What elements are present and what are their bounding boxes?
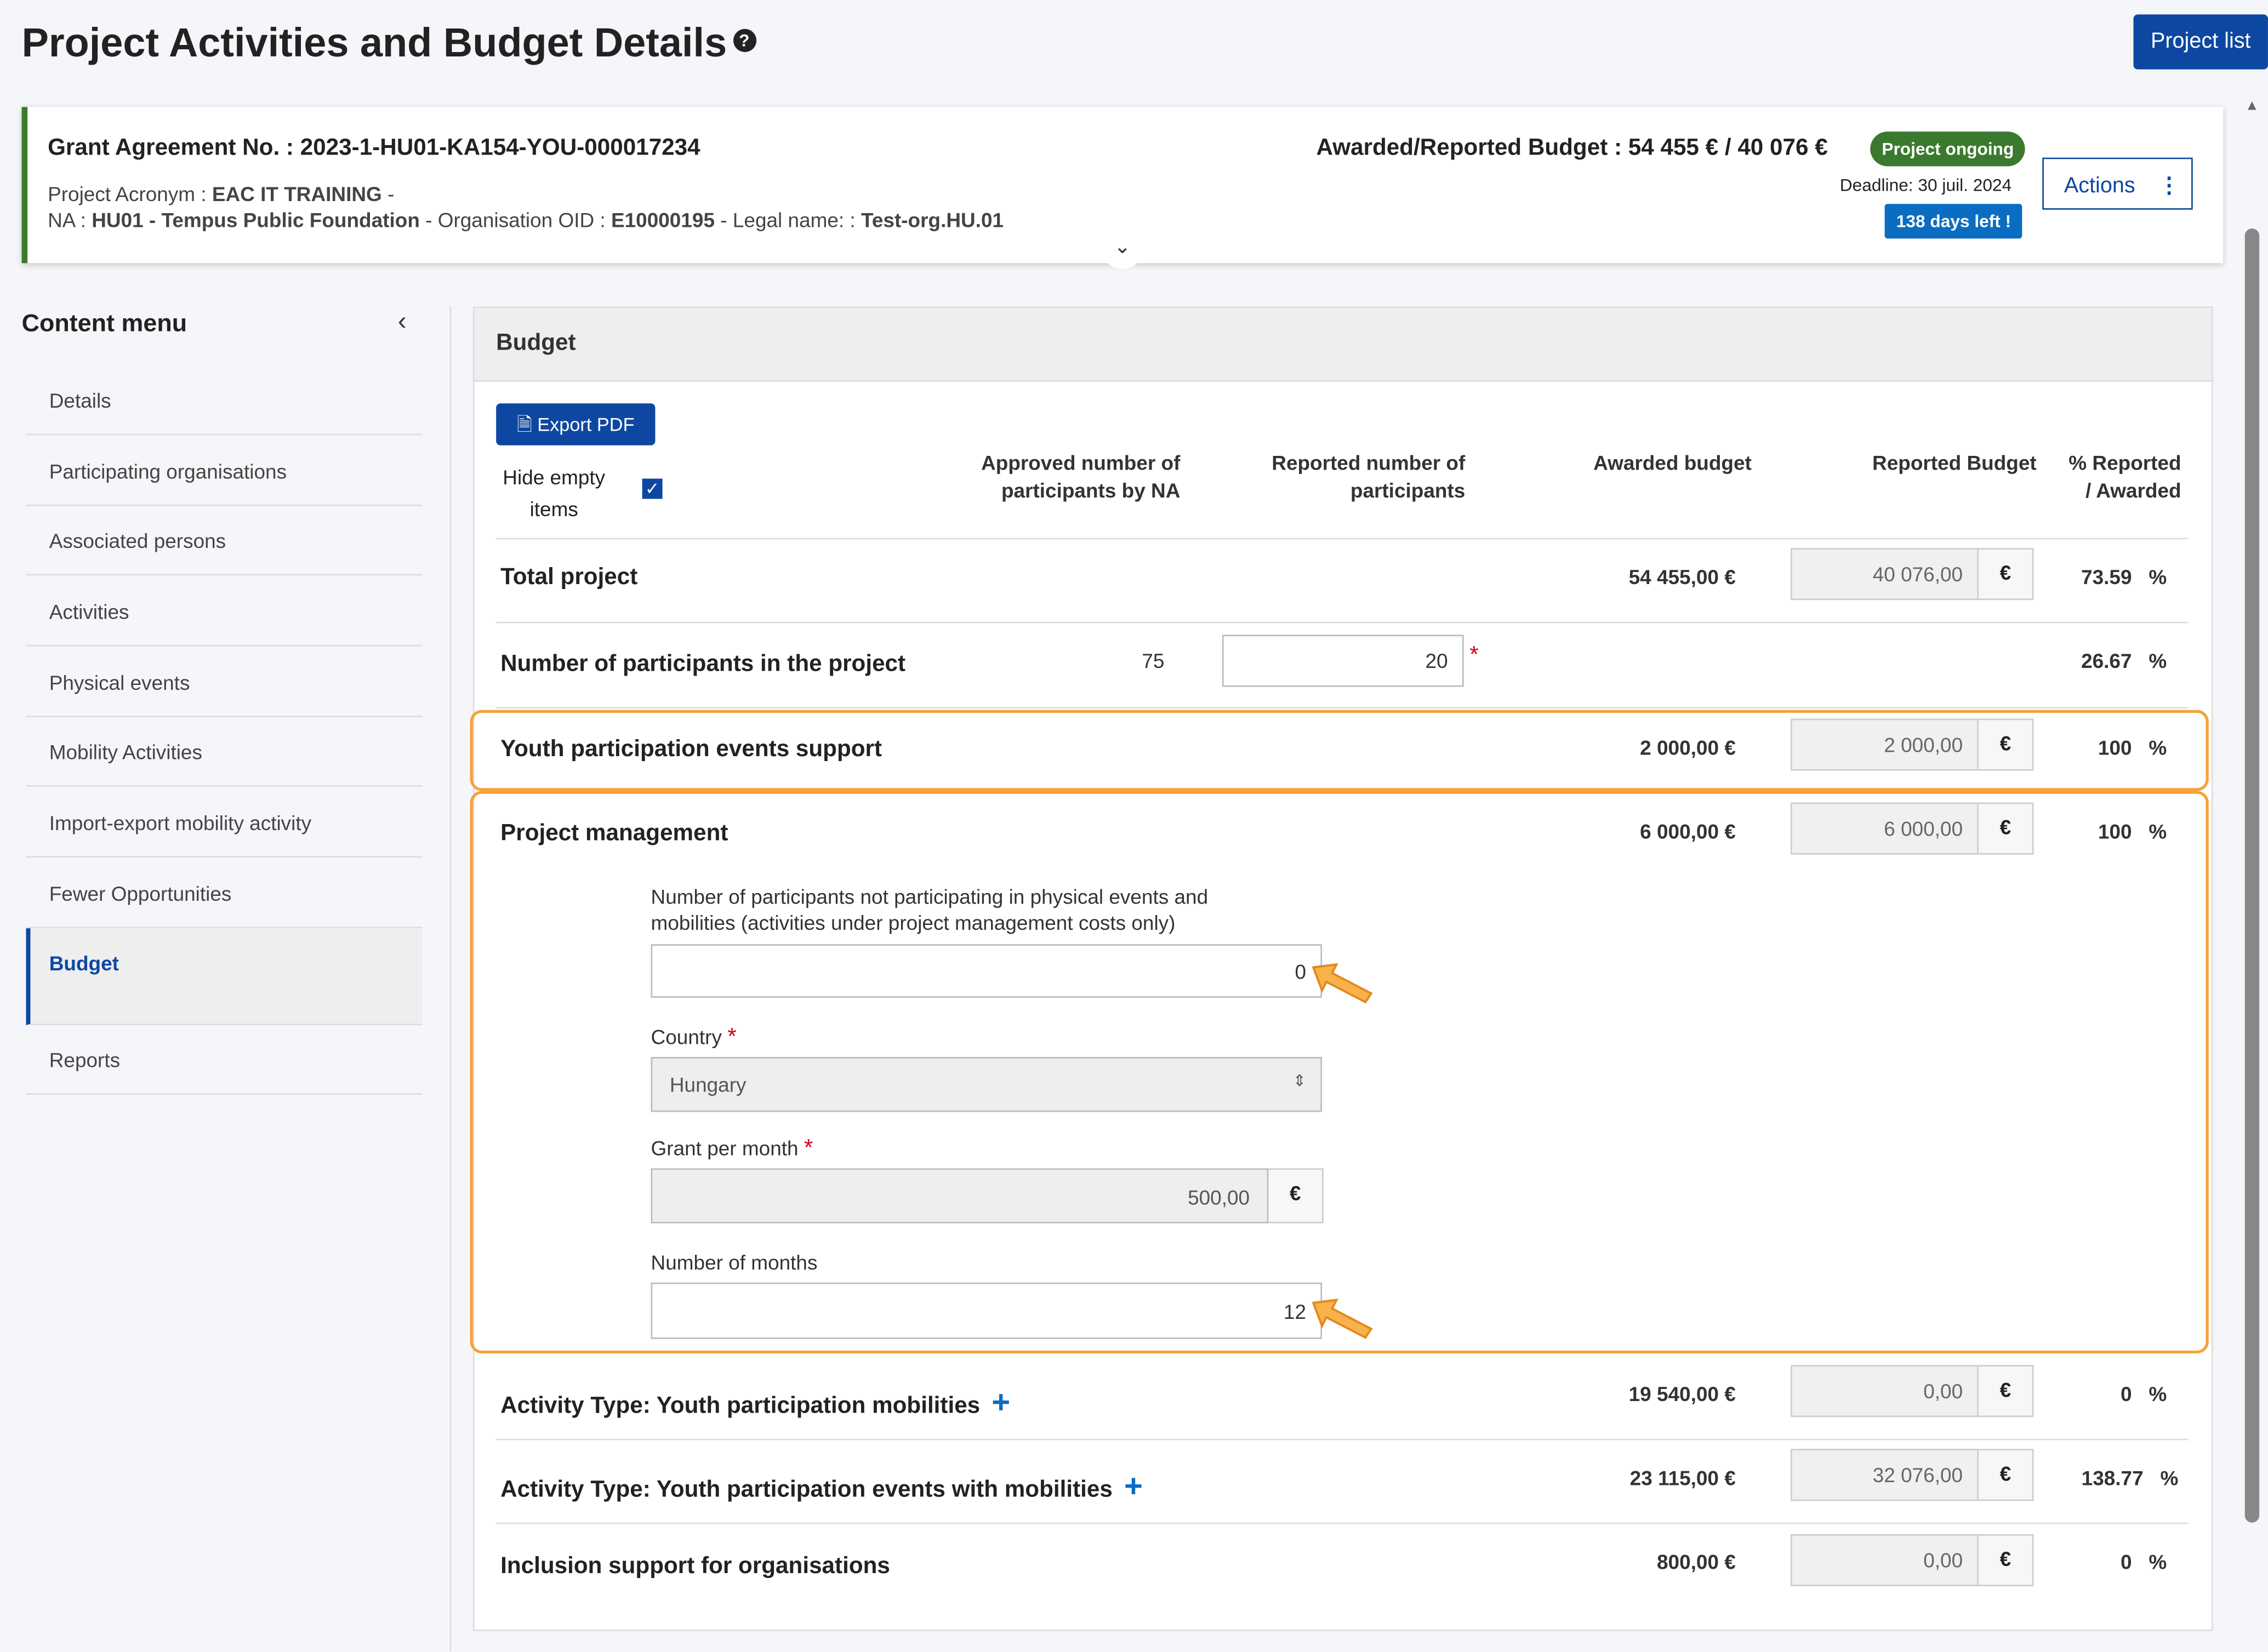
col-reported-participants: Reported number of participants — [1272, 451, 1466, 502]
row-total-pct: 73.59 % — [2081, 565, 2167, 589]
project-na-info: NA : HU01 - Tempus Public Foundation - O… — [48, 208, 1004, 232]
euro-addon: € — [1979, 1449, 2034, 1501]
project-list-button[interactable]: Project list — [2133, 14, 2268, 70]
row-inclusion-awarded: 800,00 € — [1656, 1550, 1736, 1574]
awarded-reported-budget: Awarded/Reported Budget : 54 455 € / 40 … — [1316, 136, 1828, 161]
deadline: Deadline: 30 juil. 2024 — [1839, 175, 2012, 196]
euro-addon: € — [1979, 1534, 2034, 1586]
days-left-badge: 138 days left ! — [1884, 204, 2023, 239]
sidebar-item-budget[interactable]: Budget — [26, 928, 423, 1026]
sidebar-item-details[interactable]: Details — [26, 366, 423, 436]
collapse-menu-icon[interactable]: ‹ — [398, 306, 407, 336]
highlight-youth-events — [470, 710, 2209, 791]
row-events-mobilities-label: Activity Type: Youth participation event… — [500, 1467, 1143, 1504]
panel-title: Budget — [496, 331, 576, 356]
row-youth-mobilities-awarded: 19 540,00 € — [1628, 1382, 1736, 1406]
sidebar-item-physical-events[interactable]: Physical events — [26, 648, 423, 717]
sidebar-item-mobility-activities[interactable]: Mobility Activities — [26, 717, 423, 787]
euro-addon: € — [1979, 548, 2034, 601]
row-total-label: Total project — [500, 565, 638, 590]
row-events-mobilities-pct: 138.77 % — [2081, 1466, 2179, 1490]
row-participants-pct: 26.67 % — [2081, 649, 2167, 673]
row-participants-label: Number of participants in the project — [500, 652, 906, 677]
sidebar-item-reports[interactable]: Reports — [26, 1025, 423, 1095]
col-awarded: Awarded budget — [1593, 451, 1752, 475]
row-inclusion-label: Inclusion support for organisations — [500, 1554, 890, 1579]
col-reported-budget: Reported Budget — [1872, 451, 2037, 475]
sidebar-item-import-export[interactable]: Import-export mobility activity — [26, 788, 423, 858]
grant-agreement-number: Grant Agreement No. : 2023-1-HU01-KA154-… — [48, 136, 700, 161]
export-pdf-button[interactable]: 🗎 Export PDF — [496, 403, 656, 445]
col-pct: % Reported / Awarded — [2068, 451, 2181, 502]
hide-empty-checkbox[interactable]: ✓ — [642, 478, 663, 499]
status-badge: Project ongoing — [1870, 132, 2026, 167]
help-icon[interactable]: ? — [732, 28, 756, 53]
content-menu-title: Content menu — [21, 309, 187, 337]
required-marker: * — [1469, 643, 1479, 668]
sidebar-item-participating-organisations[interactable]: Participating organisations — [26, 437, 423, 506]
actions-button[interactable]: Actions ⋮ — [2042, 157, 2193, 210]
row-events-mobilities-awarded: 23 115,00 € — [1629, 1466, 1736, 1490]
row-youth-mobilities-pct: 0 % — [2120, 1382, 2167, 1406]
reported-participants-input[interactable]: 20 — [1222, 634, 1464, 687]
hide-empty-label: Hide empty items — [503, 465, 606, 521]
row-total-awarded: 54 455,00 € — [1628, 565, 1736, 589]
sidebar-item-activities[interactable]: Activities — [26, 577, 423, 647]
pdf-icon: 🗎 — [517, 413, 538, 436]
project-acronym: Project Acronym : EAC IT TRAINING - — [48, 182, 395, 205]
euro-addon: € — [1979, 1365, 2034, 1417]
sidebar-item-associated-persons[interactable]: Associated persons — [26, 506, 423, 576]
col-approved: Approved number of participants by NA — [981, 451, 1181, 502]
highlight-project-management — [470, 791, 2209, 1354]
sidebar-item-fewer-opportunities[interactable]: Fewer Opportunities — [26, 859, 423, 929]
expand-chevron-icon[interactable]: ⌄ — [1101, 234, 1144, 269]
row-total-reported: 40 076,00 — [1791, 548, 1979, 601]
pointer-arrow-icon — [1312, 963, 1373, 1004]
row-inclusion-pct: 0 % — [2120, 1550, 2167, 1574]
more-vertical-icon: ⋮ — [2158, 173, 2180, 198]
row-participants-approved: 75 — [1142, 649, 1165, 673]
scrollbar[interactable]: ▲ — [2243, 98, 2264, 1544]
row-youth-mobilities-label: Activity Type: Youth participation mobil… — [500, 1384, 1011, 1420]
row-youth-mobilities-reported: 0,00 — [1791, 1365, 1979, 1417]
row-inclusion-reported: 0,00 — [1791, 1534, 1979, 1586]
add-icon[interactable]: + — [1124, 1468, 1143, 1504]
row-events-mobilities-reported: 32 076,00 — [1791, 1449, 1979, 1501]
add-icon[interactable]: + — [991, 1384, 1010, 1420]
project-summary-card: Grant Agreement No. : 2023-1-HU01-KA154-… — [21, 107, 2224, 269]
page-title: Project Activities and Budget Details? — [22, 20, 756, 66]
pointer-arrow-icon — [1312, 1299, 1373, 1339]
